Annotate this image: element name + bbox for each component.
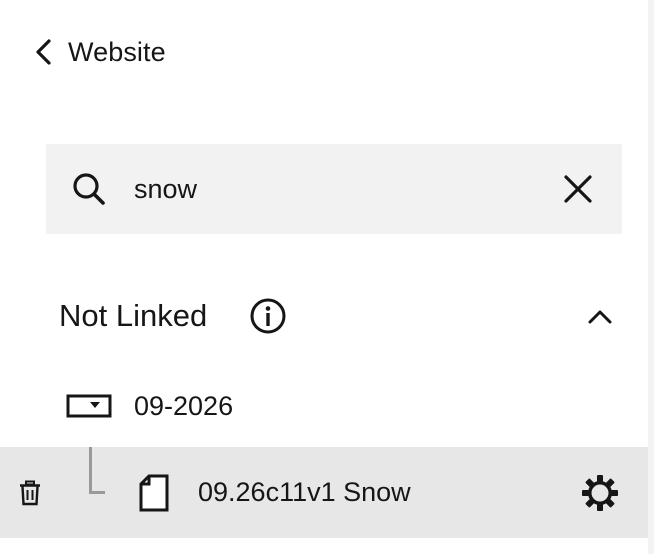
search-input[interactable] bbox=[134, 166, 534, 212]
back-button[interactable]: Website bbox=[32, 32, 166, 72]
close-icon[interactable] bbox=[562, 173, 594, 205]
info-icon[interactable] bbox=[248, 296, 288, 336]
chevron-up-icon[interactable] bbox=[584, 302, 616, 330]
chevron-left-icon bbox=[36, 39, 51, 65]
section-title: Not Linked bbox=[59, 298, 208, 333]
search-box bbox=[46, 144, 622, 234]
page-label: 09.26c11v1 Snow bbox=[198, 477, 411, 507]
tree-connector bbox=[89, 447, 105, 494]
pages-panel: Website Not Linked 09-2026 bbox=[0, 0, 654, 554]
search-icon bbox=[73, 173, 105, 205]
folder-dropdown-icon bbox=[66, 394, 112, 418]
tree-page-row[interactable]: 09.26c11v1 Snow bbox=[0, 447, 648, 538]
folder-row[interactable]: 09-2026 bbox=[66, 384, 233, 428]
gear-icon[interactable] bbox=[580, 473, 620, 513]
page-icon bbox=[139, 474, 169, 512]
back-label: Website bbox=[68, 36, 166, 67]
folder-label: 09-2026 bbox=[134, 391, 234, 421]
trash-icon[interactable] bbox=[19, 480, 41, 506]
